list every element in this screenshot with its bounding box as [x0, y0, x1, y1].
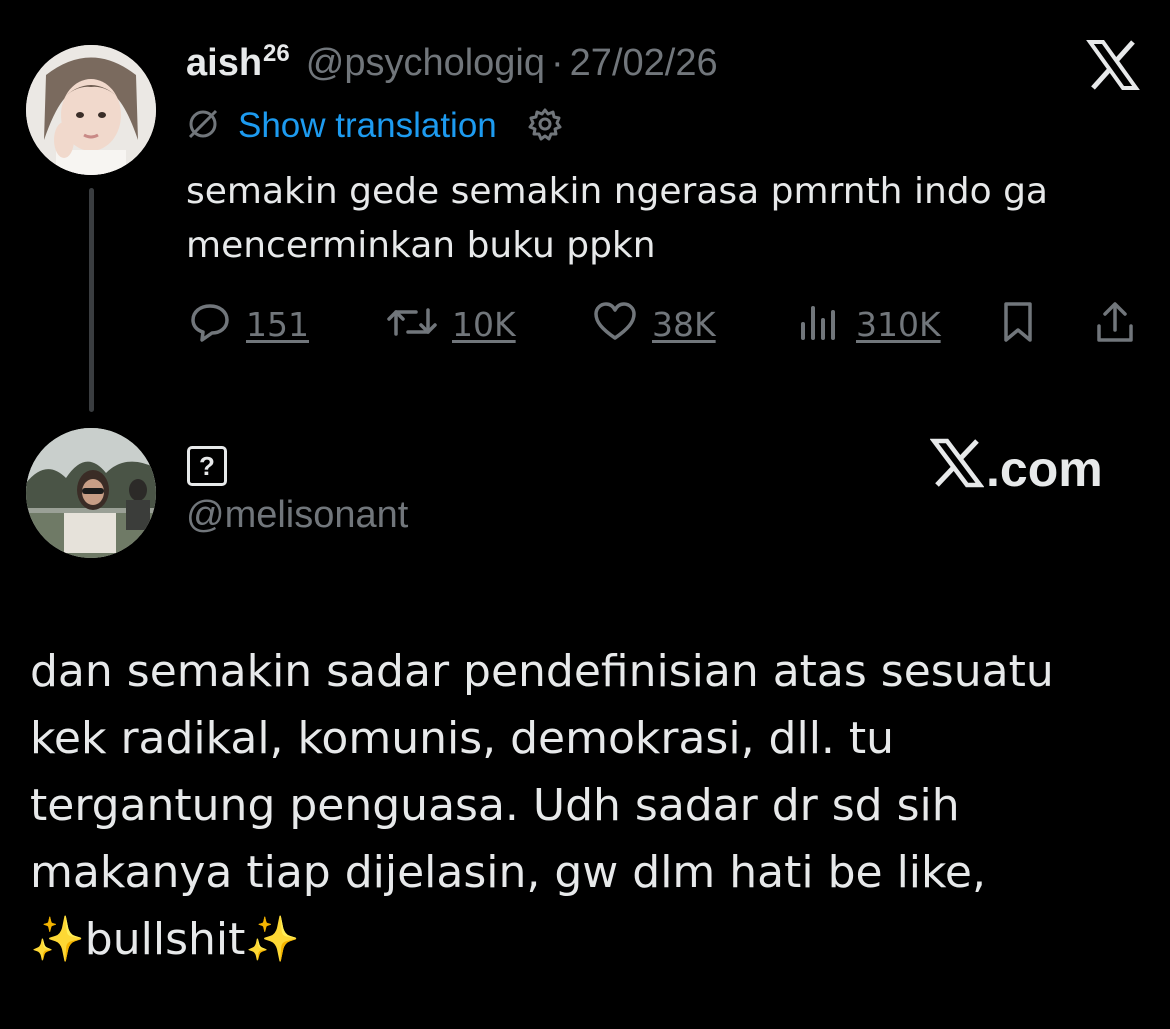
sparkle-emoji-left: ✨	[30, 914, 85, 965]
tweet-text-line: mencerminkan buku ppkn	[186, 225, 656, 266]
sparkle-emoji-right: ✨	[245, 914, 301, 965]
x-logo-icon	[1086, 38, 1140, 92]
share-button[interactable]	[1093, 300, 1137, 348]
caption-emphasis: bullshit	[84, 914, 246, 965]
like-count: 38K	[652, 304, 716, 344]
reply-icon	[188, 300, 232, 349]
separator-dot: ·	[551, 42, 564, 84]
share-icon	[1093, 300, 1137, 349]
unknown-name-glyph: ?	[187, 446, 227, 486]
bookmark-icon	[998, 300, 1038, 349]
caption-line-final: ✨bullshit✨	[30, 906, 1150, 973]
views-button[interactable]: 310K	[796, 300, 941, 348]
thread-connector-line	[89, 188, 94, 412]
caption-line: tergantung penguasa. Udh sadar dr sd sih	[30, 780, 960, 831]
quote-author-handle[interactable]: @melisonant	[186, 494, 408, 537]
avatar-melisonant[interactable]	[26, 428, 156, 558]
avatar-aish[interactable]	[26, 45, 156, 175]
views-icon	[796, 300, 842, 349]
tweet-date[interactable]: 27/02/26	[570, 42, 718, 85]
repost-icon	[386, 300, 438, 349]
avatar-aish-image	[26, 45, 156, 175]
gear-icon[interactable]	[527, 106, 563, 147]
repost-button[interactable]: 10K	[386, 300, 516, 348]
reply-count: 151	[246, 304, 309, 344]
x-logo-icon	[929, 438, 986, 500]
translation-row: Show translation	[186, 105, 563, 147]
repost-count: 10K	[452, 304, 516, 344]
tweet-text-line: semakin gede semakin ngerasa pmrnth indo…	[186, 171, 1048, 212]
caption-line: makanya tiap dijelasin, gw dlm hati be l…	[30, 847, 986, 898]
views-count: 310K	[856, 304, 941, 344]
reply-button[interactable]: 151	[188, 300, 309, 348]
caption-line: dan semakin sadar pendefinisian atas ses…	[30, 646, 1054, 697]
like-button[interactable]: 38K	[592, 300, 716, 348]
site-label: .com	[986, 441, 1103, 497]
caption-text: dan semakin sadar pendefinisian atas ses…	[30, 638, 1150, 973]
user-handle[interactable]: @psychologiq	[306, 42, 545, 85]
bookmark-button[interactable]	[998, 300, 1038, 348]
x-com-watermark: .com	[929, 438, 1103, 500]
avatar-melisonant-image	[26, 428, 156, 558]
display-name[interactable]: aish26	[186, 40, 290, 85]
translate-icon	[186, 107, 220, 146]
caption-line: kek radikal, komunis, demokrasi, dll. tu	[30, 713, 895, 764]
show-translation-link[interactable]: Show translation	[238, 106, 497, 146]
tweet-text: semakin gede semakin ngerasa pmrnth indo…	[186, 165, 1146, 273]
like-icon	[592, 300, 638, 349]
tweet-header: aish26 @psychologiq · 27/02/26	[186, 40, 718, 85]
name-superscript: 26	[263, 40, 290, 67]
tweet-actions: 151 10K 38K 310K	[188, 300, 1143, 348]
